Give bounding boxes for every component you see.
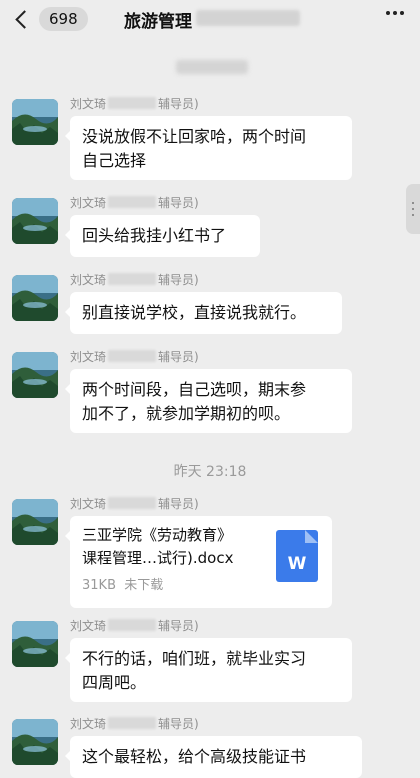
chat-title: 旅游管理: [124, 12, 192, 32]
message-bubble[interactable]: 两个时间段，自己选呗，期末参 加不了，就参加学期初的呗。: [65, 369, 352, 433]
message-bubble[interactable]: 不行的话，咱们班，就毕业实习 四周吧。: [65, 638, 352, 702]
time-divider-redacted: [176, 60, 248, 74]
chevron-left-icon: [15, 9, 34, 29]
unread-count-badge: 698: [39, 7, 88, 31]
file-message[interactable]: 三亚学院《劳动教育》 课程管理…试行).docx 31KB 未下载 W: [65, 516, 332, 608]
chat-header: 698 旅游管理: [0, 0, 420, 40]
file-size: 31KB: [82, 578, 116, 593]
word-file-icon: W: [276, 530, 318, 582]
back-button[interactable]: 698: [14, 6, 88, 32]
sender-name: 刘文琦 辅导员): [70, 96, 199, 111]
message-bubble[interactable]: 回头给我挂小红书了: [65, 215, 260, 257]
file-status: 未下载: [124, 578, 164, 593]
sender-name: 刘文琦 辅导员): [70, 349, 199, 364]
message-bubble[interactable]: 没说放假不让回家哈，两个时间 自己选择: [65, 116, 352, 180]
title-redaction: [196, 10, 300, 26]
sender-name: 刘文琦 辅导员): [70, 496, 199, 511]
scroll-handle[interactable]: [406, 184, 420, 234]
avatar[interactable]: [12, 275, 58, 321]
avatar[interactable]: [12, 99, 58, 145]
sender-name: 刘文琦 辅导员): [70, 272, 199, 287]
sender-name: 刘文琦 辅导员): [70, 195, 199, 210]
time-divider: 昨天 23:18: [173, 464, 247, 480]
more-options-icon[interactable]: [386, 11, 404, 15]
file-name: 三亚学院《劳动教育》 课程管理…试行).docx: [82, 526, 234, 567]
avatar[interactable]: [12, 198, 58, 244]
avatar[interactable]: [12, 499, 58, 545]
sender-name: 刘文琦 辅导员): [70, 618, 199, 633]
avatar[interactable]: [12, 352, 58, 398]
avatar[interactable]: [12, 621, 58, 667]
message-bubble[interactable]: 别直接说学校，直接说我就行。: [65, 292, 342, 334]
sender-name: 刘文琦 辅导员): [70, 716, 199, 731]
avatar[interactable]: [12, 719, 58, 765]
message-bubble[interactable]: 这个最轻松，给个高级技能证书: [65, 736, 362, 778]
